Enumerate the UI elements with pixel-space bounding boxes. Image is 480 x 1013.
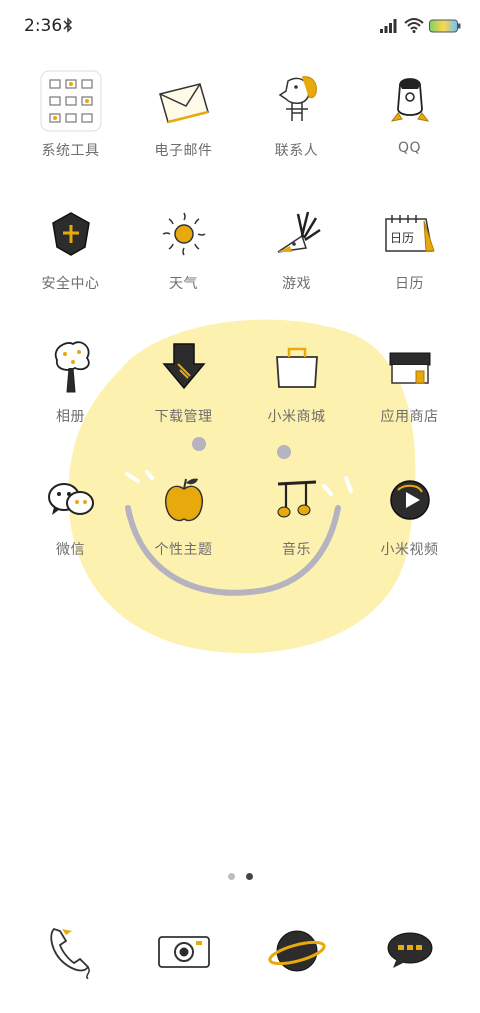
app-system-tools[interactable]: 系统工具 [14,70,127,203]
app-email[interactable]: 电子邮件 [127,70,240,203]
app-download-manager[interactable]: 下载管理 [127,336,240,469]
app-app-store[interactable]: 应用商店 [353,336,466,469]
app-label: 小米商城 [267,409,326,425]
app-label: 个性主题 [154,542,213,558]
shopping-bag-icon [266,336,328,398]
app-qq[interactable]: QQ [353,70,466,203]
download-arrow-icon [153,336,215,398]
envelope-icon [153,70,215,132]
status-bar: 2:36 [0,0,480,52]
page-indicator[interactable] [0,873,480,880]
folder-icon [40,70,102,132]
shield-icon [40,203,102,265]
wifi-icon [404,18,424,33]
signal-icon [380,19,397,33]
calendar-icon: 日历 [379,203,441,265]
app-weather[interactable]: 天气 [127,203,240,336]
chat-bubbles-icon [40,469,102,531]
app-mi-video[interactable]: 小米视频 [353,469,466,602]
penguin-icon [379,70,441,132]
app-label: 相册 [56,409,85,425]
message-bubble-icon [379,920,441,982]
app-label: 下载管理 [154,409,213,425]
camera-icon [153,920,215,982]
app-calendar[interactable]: 日历 日历 [353,203,466,336]
dock-messages[interactable] [353,920,466,990]
person-icon [266,70,328,132]
bird-icon [266,203,328,265]
store-house-icon [379,336,441,398]
app-label: 联系人 [274,143,319,159]
page-dot-1[interactable] [227,873,235,880]
app-label: 应用商店 [380,409,439,425]
bluetooth-icon [63,17,73,33]
music-note-icon [266,469,328,531]
app-label: 天气 [169,276,198,292]
video-play-icon [379,469,441,531]
app-label: QQ [397,140,422,156]
dock-camera[interactable] [127,920,240,990]
app-gallery[interactable]: 相册 [14,336,127,469]
dock-browser[interactable] [240,920,353,990]
apple-icon [153,469,215,531]
app-games[interactable]: 游戏 [240,203,353,336]
app-wechat[interactable]: 微信 [14,469,127,602]
app-label: 游戏 [282,276,311,292]
status-time: 2:36 [24,16,63,36]
dock-phone[interactable] [14,920,127,990]
app-themes[interactable]: 个性主题 [127,469,240,602]
app-contacts[interactable]: 联系人 [240,70,353,203]
calendar-icon-text: 日历 [390,231,414,245]
app-label: 系统工具 [41,143,100,159]
app-label: 电子邮件 [154,143,213,159]
battery-icon [429,19,461,33]
app-label: 安全中心 [41,276,100,292]
planet-browser-icon [266,920,328,982]
app-label: 小米视频 [380,542,439,558]
app-label: 日历 [395,276,424,292]
app-security[interactable]: 安全中心 [14,203,127,336]
phone-icon [40,920,102,982]
app-music[interactable]: 音乐 [240,469,353,602]
tree-icon [40,336,102,398]
page-dot-2[interactable] [245,873,253,880]
sun-icon [153,203,215,265]
dock [14,920,466,990]
app-mi-store[interactable]: 小米商城 [240,336,353,469]
app-grid: 系统工具 电子邮件 联系人 QQ 安全中心 天气 游戏 日历 日历 相册 下载管… [14,70,466,602]
app-label: 音乐 [282,542,311,558]
app-label: 微信 [56,542,85,558]
